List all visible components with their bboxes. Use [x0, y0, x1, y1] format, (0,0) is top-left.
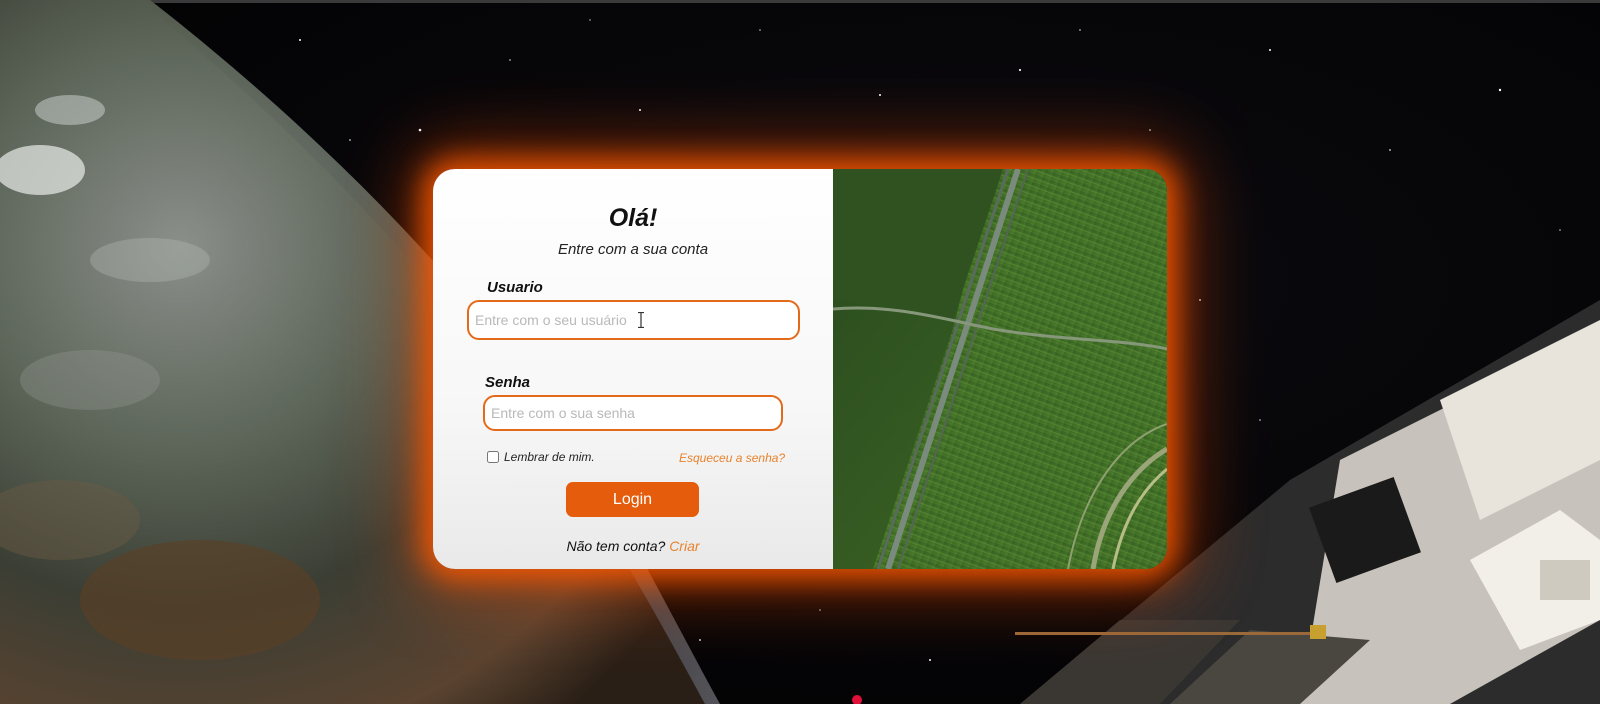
login-button[interactable]: Login	[566, 482, 699, 517]
signup-prompt: Não tem conta? Criar	[433, 538, 833, 554]
text-cursor-icon	[638, 312, 644, 328]
login-card: Olá! Entre com a sua conta Usuario Senha…	[433, 169, 1167, 569]
page-title: Olá!	[608, 204, 658, 232]
login-form-panel: Olá! Entre com a sua conta Usuario Senha…	[433, 169, 833, 569]
forgot-password-link[interactable]: Esqueceu a senha?	[679, 451, 785, 465]
aerial-fields-illustration	[832, 169, 1167, 569]
username-input[interactable]	[467, 300, 800, 340]
remember-label: Lembrar de mim.	[504, 450, 595, 464]
password-label: Senha	[485, 374, 531, 391]
page-subtitle: Entre com a sua conta	[557, 241, 709, 258]
password-input[interactable]	[483, 395, 783, 431]
aerial-fields-image	[832, 169, 1167, 569]
remember-checkbox[interactable]	[487, 451, 499, 463]
remember-me: Lembrar de mim.	[487, 450, 595, 464]
username-label: Usuario	[487, 279, 543, 296]
no-account-text: Não tem conta?	[566, 538, 666, 554]
page-background: Olá! Entre com a sua conta Usuario Senha…	[0, 0, 1600, 704]
create-account-link[interactable]: Criar	[669, 538, 699, 554]
